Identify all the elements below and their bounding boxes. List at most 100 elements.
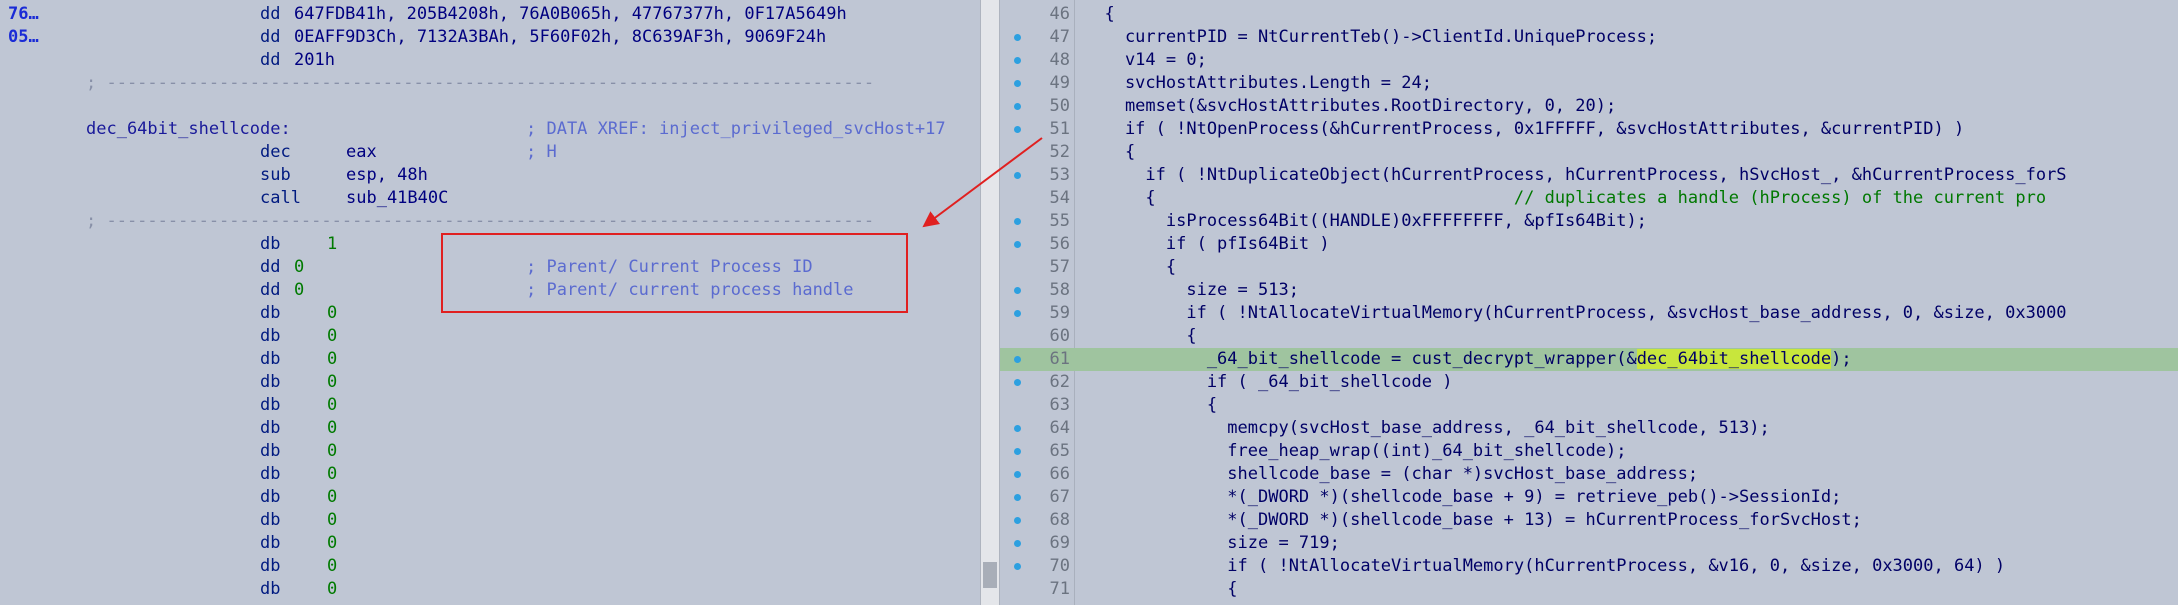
operand: 0EAFF9D3Ch, 7132A3BAh, 5F60F02h, 8C639AF…: [294, 27, 827, 47]
pseudocode-line[interactable]: 53 if ( !NtDuplicateObject(hCurrentProce…: [1000, 164, 2178, 187]
operand: eax: [346, 142, 377, 162]
line-number: 67: [1049, 487, 1070, 507]
breakpoint-dot-icon[interactable]: [1014, 287, 1021, 294]
pseudocode-line[interactable]: 56 if ( pfIs64Bit ): [1000, 233, 2178, 256]
annotation-highlight-box: [441, 233, 908, 313]
breakpoint-dot-icon[interactable]: [1014, 356, 1021, 363]
mnemonic: db: [260, 372, 281, 392]
code-text: size = 719;: [1084, 533, 1340, 553]
mnemonic: db: [260, 303, 281, 323]
breakpoint-dot-icon[interactable]: [1014, 517, 1021, 524]
line-number: 64: [1049, 418, 1070, 438]
operand: 0: [327, 372, 338, 392]
mnemonic: db: [260, 441, 281, 461]
mnemonic: db: [260, 487, 281, 507]
breakpoint-dot-icon[interactable]: [1014, 448, 1021, 455]
breakpoint-dot-icon[interactable]: [1014, 425, 1021, 432]
operand: 201h: [294, 50, 335, 70]
code-text: {: [1084, 142, 1136, 162]
code-text: { // duplicates a handle (hProcess) of t…: [1084, 188, 2047, 208]
line-number: 61: [1049, 349, 1070, 369]
code-text: currentPID = NtCurrentTeb()->ClientId.Un…: [1084, 27, 1658, 47]
pseudocode-line[interactable]: 71 {: [1000, 578, 2178, 601]
pseudocode-line[interactable]: 61 _64_bit_shellcode = cust_decrypt_wrap…: [1000, 348, 2178, 371]
pseudocode-line[interactable]: 58 size = 513;: [1000, 279, 2178, 302]
mnemonic: dd: [260, 257, 281, 277]
code-text: v14 = 0;: [1084, 50, 1207, 70]
operand: 0: [327, 556, 338, 576]
breakpoint-dot-icon[interactable]: [1014, 34, 1021, 41]
pseudocode-line[interactable]: 70 if ( !NtAllocateVirtualMemory(hCurren…: [1000, 555, 2178, 578]
pseudocode-line[interactable]: 69 size = 719;: [1000, 532, 2178, 555]
breakpoint-dot-icon[interactable]: [1014, 310, 1021, 317]
line-number: 57: [1049, 257, 1070, 277]
operand: 0: [327, 326, 338, 346]
address: 05…: [8, 27, 39, 47]
code-text: *(_DWORD *)(shellcode_base + 9) = retrie…: [1084, 487, 1842, 507]
vertical-scrollbar[interactable]: [980, 0, 1000, 605]
pseudocode-line[interactable]: 47 currentPID = NtCurrentTeb()->ClientId…: [1000, 26, 2178, 49]
breakpoint-dot-icon[interactable]: [1014, 563, 1021, 570]
breakpoint-dot-icon[interactable]: [1014, 379, 1021, 386]
code-text: if ( pfIs64Bit ): [1084, 234, 1330, 254]
code-text: if ( !NtDuplicateObject(hCurrentProcess,…: [1084, 165, 2067, 185]
operand: 0: [327, 510, 338, 530]
section-separator: ; --------------------------------------…: [86, 211, 875, 231]
mnemonic: dd: [260, 27, 281, 47]
pseudocode-line[interactable]: 66 shellcode_base = (char *)svcHost_base…: [1000, 463, 2178, 486]
pseudocode-line[interactable]: 63 {: [1000, 394, 2178, 417]
code-text: *(_DWORD *)(shellcode_base + 13) = hCurr…: [1084, 510, 1862, 530]
breakpoint-dot-icon[interactable]: [1014, 241, 1021, 248]
pseudocode-line[interactable]: 50 memset(&svcHostAttributes.RootDirecto…: [1000, 95, 2178, 118]
line-number: 69: [1049, 533, 1070, 553]
breakpoint-dot-icon[interactable]: [1014, 80, 1021, 87]
operand: 0: [327, 487, 338, 507]
address: 76…: [8, 4, 39, 24]
pseudocode-line[interactable]: 49 svcHostAttributes.Length = 24;: [1000, 72, 2178, 95]
operand: sub_41B40C: [346, 188, 449, 208]
line-number: 48: [1049, 50, 1070, 70]
pseudocode-view[interactable]: 46 {47 currentPID = NtCurrentTeb()->Clie…: [1000, 0, 2178, 605]
line-number: 71: [1049, 579, 1070, 599]
code-text: size = 513;: [1084, 280, 1299, 300]
pseudocode-line[interactable]: 57 {: [1000, 256, 2178, 279]
line-number: 46: [1049, 4, 1070, 24]
pseudocode-line[interactable]: 62 if ( _64_bit_shellcode ): [1000, 371, 2178, 394]
operand: 0: [327, 303, 338, 323]
breakpoint-dot-icon[interactable]: [1014, 471, 1021, 478]
line-number: 60: [1049, 326, 1070, 346]
pseudocode-line[interactable]: 65 free_heap_wrap((int)_64_bit_shellcode…: [1000, 440, 2178, 463]
operand: 0: [327, 579, 338, 599]
code-text: shellcode_base = (char *)svcHost_base_ad…: [1084, 464, 1699, 484]
operand: 0: [294, 257, 305, 277]
breakpoint-dot-icon[interactable]: [1014, 540, 1021, 547]
pseudocode-line[interactable]: 55 isProcess64Bit((HANDLE)0xFFFFFFFF, &p…: [1000, 210, 2178, 233]
pseudocode-line[interactable]: 67 *(_DWORD *)(shellcode_base + 9) = ret…: [1000, 486, 2178, 509]
pseudocode-line[interactable]: 48 v14 = 0;: [1000, 49, 2178, 72]
scrollbar-thumb[interactable]: [983, 562, 997, 588]
operand: 0: [294, 280, 305, 300]
pseudocode-line[interactable]: 46 {: [1000, 3, 2178, 26]
highlighted-symbol[interactable]: dec_64bit_shellcode: [1636, 349, 1832, 369]
pseudocode-line[interactable]: 51 if ( !NtOpenProcess(&hCurrentProcess,…: [1000, 118, 2178, 141]
line-number: 62: [1049, 372, 1070, 392]
line-number: 70: [1049, 556, 1070, 576]
mnemonic: sub: [260, 165, 291, 185]
pseudocode-line[interactable]: 54 { // duplicates a handle (hProcess) o…: [1000, 187, 2178, 210]
pseudocode-line[interactable]: 59 if ( !NtAllocateVirtualMemory(hCurren…: [1000, 302, 2178, 325]
code-comment: // duplicates a handle (hProcess) of the…: [1513, 188, 2047, 208]
mnemonic: db: [260, 395, 281, 415]
mnemonic: dd: [260, 280, 281, 300]
mnemonic: dec: [260, 142, 291, 162]
breakpoint-dot-icon[interactable]: [1014, 103, 1021, 110]
breakpoint-dot-icon[interactable]: [1014, 57, 1021, 64]
code-text: _64_bit_shellcode = cust_decrypt_wrapper…: [1084, 349, 1852, 369]
breakpoint-dot-icon[interactable]: [1014, 494, 1021, 501]
pseudocode-line[interactable]: 64 memcpy(svcHost_base_address, _64_bit_…: [1000, 417, 2178, 440]
operand: 647FDB41h, 205B4208h, 76A0B065h, 4776737…: [294, 4, 847, 24]
operand: esp, 48h: [346, 165, 428, 185]
pseudocode-line[interactable]: 60 {: [1000, 325, 2178, 348]
pseudocode-line[interactable]: 52 {: [1000, 141, 2178, 164]
line-number: 49: [1049, 73, 1070, 93]
pseudocode-line[interactable]: 68 *(_DWORD *)(shellcode_base + 13) = hC…: [1000, 509, 2178, 532]
